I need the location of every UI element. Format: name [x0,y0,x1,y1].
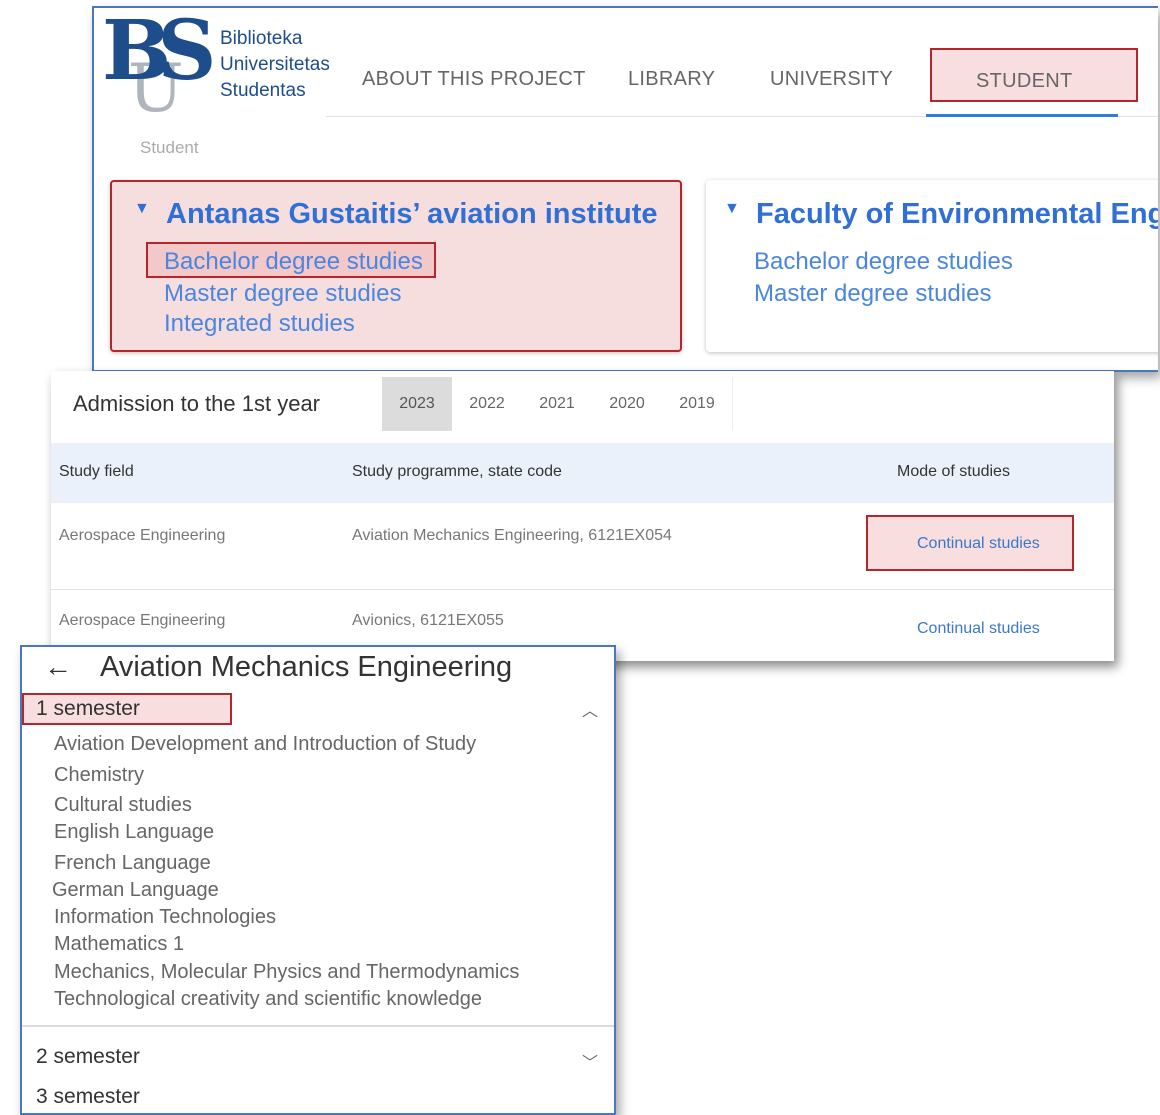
year-tab-2019[interactable]: 2019 [662,377,733,431]
divider [22,1025,614,1027]
course-item[interactable]: Mathematics 1 [54,933,184,956]
year-tab-2022[interactable]: 2022 [452,377,523,431]
semester-3-header[interactable]: 3 semester [36,1085,140,1109]
course-item[interactable]: Aviation Development and Introduction of… [54,733,476,756]
chevron-down-icon[interactable]: ﹀ [582,1049,598,1073]
study-programme: Aviation Mechanics Engineering, 6121EX05… [352,527,672,544]
faculty-title[interactable]: Faculty of Environmental Eng [756,198,1158,231]
integrated-link[interactable]: Integrated studies [164,310,355,338]
programme-title: Aviation Mechanics Engineering [100,651,513,683]
programme-panel: ← Aviation Mechanics Engineering 1 semes… [20,645,616,1115]
year-tab-2020[interactable]: 2020 [592,377,663,431]
study-programme: Avionics, 6121EX055 [352,612,504,629]
column-header: Study programme, state code [352,463,562,480]
admission-panel: Admission to the 1st year 2023 2022 2021… [51,371,1114,661]
bachelor-link[interactable]: Bachelor degree studies [754,248,1013,276]
study-field: Aerospace Engineering [59,527,226,544]
admission-title: Admission to the 1st year [73,391,321,416]
nav-about[interactable]: ABOUT THIS PROJECT [362,68,586,91]
nav-active-indicator [926,114,1118,117]
semester-1-header[interactable]: 1 semester [36,697,140,721]
study-field: Aerospace Engineering [59,612,226,629]
course-item[interactable]: Chemistry [54,764,144,787]
nav-library[interactable]: LIBRARY [628,68,715,91]
course-item[interactable]: English Language [54,821,214,844]
chevron-up-icon[interactable]: ︿ [582,697,598,721]
year-tab-2021[interactable]: 2021 [522,377,593,431]
mode-link[interactable]: Continual studies [917,620,1040,638]
semester-2-header[interactable]: 2 semester [36,1045,140,1069]
nav-university[interactable]: UNIVERSITY [770,68,893,91]
course-item[interactable]: Cultural studies [54,794,192,817]
faculty-card-aviation: ▼ Antanas Gustaitis’ aviation institute … [110,180,682,352]
nav-student[interactable]: STUDENT [976,70,1073,93]
course-item[interactable]: Mechanics, Molecular Physics and Thermod… [54,961,519,984]
master-link[interactable]: Master degree studies [754,280,991,308]
caret-down-icon[interactable]: ▼ [134,200,150,218]
column-header: Study field [59,463,134,480]
course-item[interactable]: French Language [54,852,211,875]
year-tab-2023[interactable]: 2023 [382,377,453,431]
bachelor-link[interactable]: Bachelor degree studies [164,248,423,276]
faculty-title[interactable]: Antanas Gustaitis’ aviation institute [166,198,658,231]
master-link[interactable]: Master degree studies [164,280,401,308]
breadcrumb[interactable]: Student [140,138,199,158]
logo-line: Universitetas [220,54,330,75]
site-logo[interactable]: U BS Biblioteka Universitetas Studentas [102,10,332,122]
column-header: Mode of studies [897,463,1010,480]
arrow-left-icon[interactable]: ← [44,651,72,683]
mode-link[interactable]: Continual studies [917,535,1040,553]
caret-down-icon[interactable]: ▼ [724,200,740,218]
table-row: Aerospace Engineering Aviation Mechanics… [51,503,1114,590]
table-header: Study field Study programme, state code … [51,443,1114,503]
logo-text: Biblioteka Universitetas Studentas [220,26,330,104]
course-item[interactable]: Technological creativity and scientific … [54,988,482,1011]
course-item[interactable]: German Language [52,879,219,902]
logo-line: Studentas [220,80,306,101]
faculty-card-environmental: ▼ Faculty of Environmental Eng Bachelor … [706,180,1158,352]
logo-line: Biblioteka [220,28,303,49]
admission-header: Admission to the 1st year 2023 2022 2021… [51,371,1114,443]
logo-mark: BS [102,6,216,99]
site-header-panel: U BS Biblioteka Universitetas Studentas … [92,6,1158,372]
course-item[interactable]: Information Technologies [54,906,276,929]
